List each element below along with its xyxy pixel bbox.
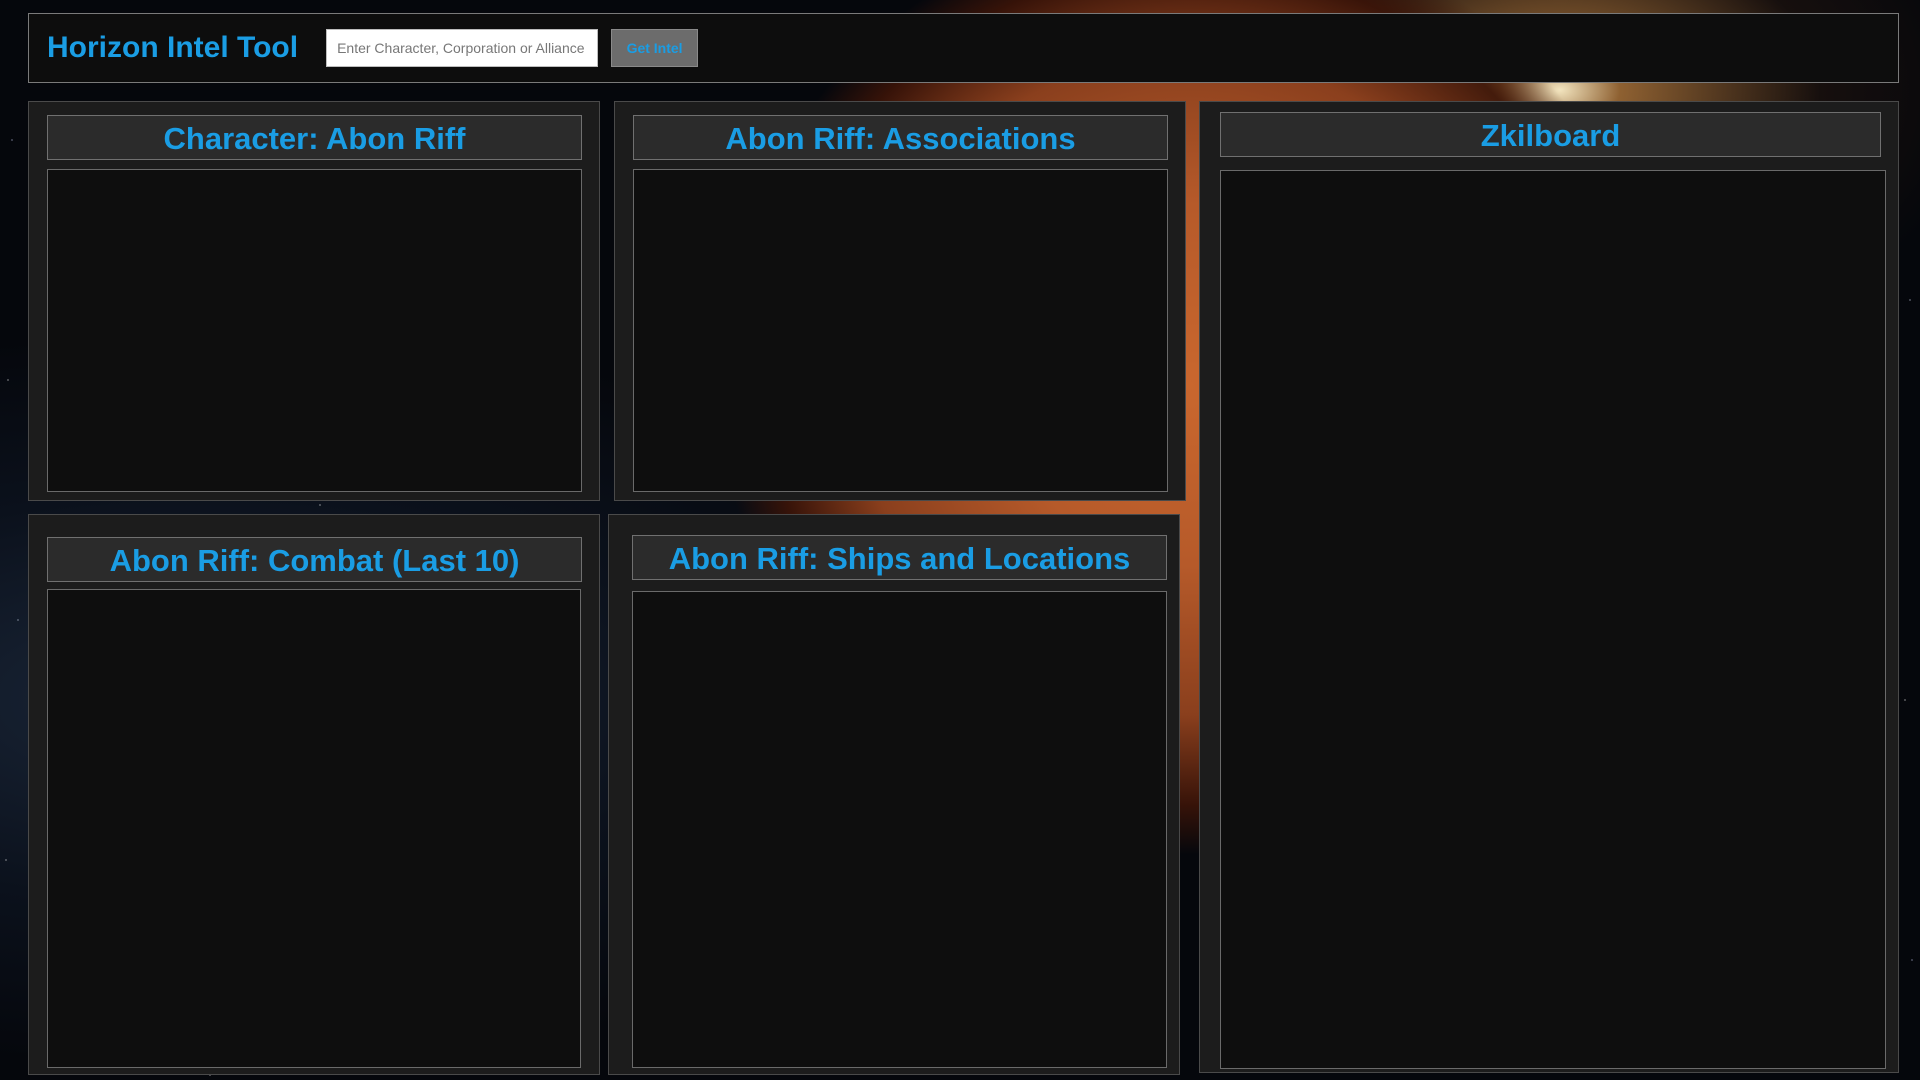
get-intel-button[interactable]: Get Intel — [611, 29, 699, 67]
associations-panel-content — [633, 169, 1168, 492]
combat-panel-content — [47, 589, 581, 1068]
ships-locations-panel-content — [632, 591, 1167, 1068]
associations-panel-title: Abon Riff: Associations — [633, 115, 1168, 160]
ships-locations-panel: Abon Riff: Ships and Locations — [608, 514, 1180, 1075]
ships-locations-panel-title: Abon Riff: Ships and Locations — [632, 535, 1167, 580]
zkillboard-panel: Zkilboard — [1199, 101, 1899, 1073]
combat-panel: Abon Riff: Combat (Last 10) — [28, 514, 600, 1075]
character-panel: Character: Abon Riff — [28, 101, 600, 501]
character-panel-content — [47, 169, 582, 492]
app-title: Horizon Intel Tool — [47, 31, 299, 64]
associations-panel: Abon Riff: Associations — [614, 101, 1186, 501]
combat-panel-title: Abon Riff: Combat (Last 10) — [47, 537, 582, 582]
search-input[interactable] — [326, 29, 599, 67]
zkillboard-panel-title: Zkilboard — [1220, 112, 1881, 157]
zkillboard-panel-content — [1220, 170, 1886, 1069]
header-bar: Horizon Intel Tool Get Intel — [28, 13, 1899, 83]
character-panel-title: Character: Abon Riff — [47, 115, 582, 160]
